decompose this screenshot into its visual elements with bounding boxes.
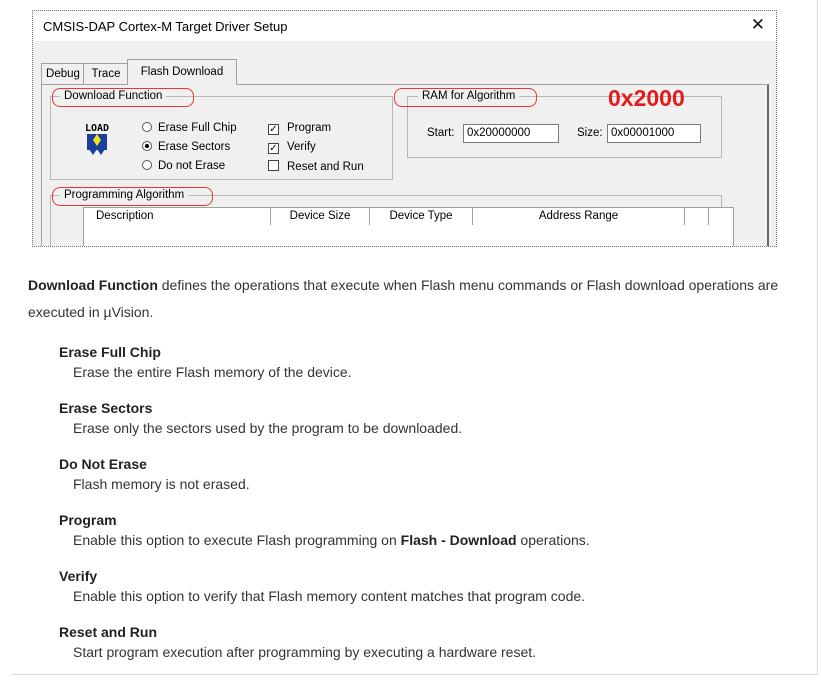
term-description: Flash memory is not erased.: [73, 476, 250, 492]
algorithm-table-header: Description Device Size Device Type Addr…: [83, 207, 734, 226]
term-title: Verify: [59, 568, 98, 584]
ram-size-annotation: 0x2000: [608, 85, 685, 111]
radio-indicator[interactable]: [142, 141, 152, 151]
term-title: Reset and Run: [59, 624, 158, 640]
tab-debug[interactable]: Debug: [41, 63, 85, 84]
column-address-range[interactable]: Address Range: [473, 208, 685, 225]
checkbox-reset-and-run[interactable]: Reset and Run: [268, 160, 364, 173]
radio-label: Erase Full Chip: [158, 122, 237, 134]
term-program: Program Enable this option to execute Fl…: [59, 510, 809, 566]
target-driver-setup-dialog: CMSIS-DAP Cortex-M Target Driver Setup ✕…: [32, 10, 777, 247]
term-erase-full-chip: Erase Full Chip Erase the entire Flash m…: [59, 342, 809, 398]
term-title: Erase Sectors: [59, 400, 153, 416]
term-do-not-erase: Do Not Erase Flash memory is not erased.: [59, 454, 809, 510]
column-spacer: [685, 208, 709, 225]
column-description[interactable]: Description: [84, 208, 271, 225]
radio-do-not-erase[interactable]: Do not Erase: [142, 160, 225, 172]
algorithm-table-body[interactable]: [83, 225, 734, 246]
load-icon: LOAD: [80, 120, 114, 156]
ram-for-algorithm-highlight: [394, 88, 537, 107]
radio-label: Do not Erase: [158, 160, 226, 172]
size-field[interactable]: 0x00001000: [607, 124, 701, 143]
checkbox-program[interactable]: ✓ Program: [268, 122, 331, 135]
term-description: Start program execution after programmin…: [73, 644, 537, 660]
term-description: Erase the entire Flash memory of the dev…: [73, 364, 352, 380]
checkbox-indicator[interactable]: [268, 160, 279, 171]
close-icon[interactable]: ✕: [751, 15, 765, 35]
tab-flash-download[interactable]: Flash Download: [127, 59, 237, 85]
radio-indicator[interactable]: [142, 122, 152, 132]
load-icon-text: LOAD: [85, 123, 109, 134]
term-description-post: operations.: [516, 532, 590, 548]
term-title: Erase Full Chip: [59, 344, 161, 360]
term-title: Program: [59, 512, 117, 528]
checkbox-indicator[interactable]: ✓: [268, 124, 279, 135]
checkbox-indicator[interactable]: ✓: [268, 143, 279, 154]
radio-erase-full-chip[interactable]: Erase Full Chip: [142, 122, 237, 134]
content-frame: CMSIS-DAP Cortex-M Target Driver Setup ✕…: [12, 0, 818, 675]
term-description: Erase only the sectors used by the progr…: [73, 420, 463, 436]
checkbox-verify[interactable]: ✓ Verify: [268, 141, 316, 154]
radio-indicator[interactable]: [142, 160, 152, 170]
term-description: Enable this option to verify that Flash …: [73, 588, 586, 604]
radio-label: Erase Sectors: [158, 141, 231, 153]
term-list: Erase Full Chip Erase the entire Flash m…: [59, 342, 809, 678]
start-label: Start:: [427, 127, 455, 139]
term-description: Enable this option to execute Flash prog…: [59, 530, 809, 550]
term-reset-and-run: Reset and Run Start program execution af…: [59, 622, 809, 678]
term-description-pre: Enable this option to execute Flash prog…: [73, 532, 401, 548]
term-title: Do Not Erase: [59, 456, 147, 472]
radio-erase-sectors[interactable]: Erase Sectors: [142, 141, 230, 153]
column-device-type[interactable]: Device Type: [370, 208, 473, 225]
title-bar: CMSIS-DAP Cortex-M Target Driver Setup ✕: [33, 11, 776, 41]
checkbox-label: Program: [287, 122, 332, 134]
column-device-size[interactable]: Device Size: [271, 208, 370, 225]
dialog-title: CMSIS-DAP Cortex-M Target Driver Setup: [43, 19, 288, 34]
programming-algorithm-highlight: [52, 187, 213, 206]
intro-paragraph: Download Function defines the operations…: [28, 272, 818, 326]
checkbox-label: Reset and Run: [287, 161, 364, 173]
intro-term: Download Function: [28, 277, 158, 293]
download-function-highlight: [52, 88, 194, 107]
tab-trace[interactable]: Trace: [83, 63, 129, 84]
term-erase-sectors: Erase Sectors Erase only the sectors use…: [59, 398, 809, 454]
term-description-bold: Flash - Download: [400, 532, 517, 548]
checkbox-label: Verify: [287, 141, 316, 153]
start-address-field[interactable]: 0x20000000: [463, 124, 559, 143]
size-label: Size:: [577, 127, 603, 139]
term-verify: Verify Enable this option to verify that…: [59, 566, 809, 622]
